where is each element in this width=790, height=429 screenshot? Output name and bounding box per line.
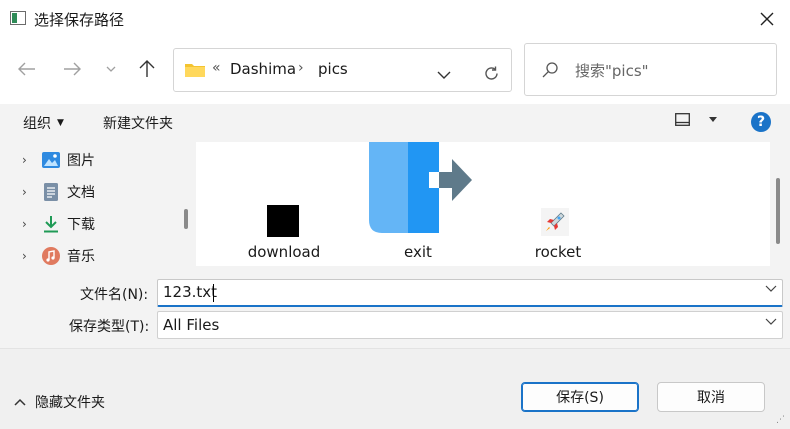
new-folder-button[interactable]: 新建文件夹 bbox=[103, 113, 173, 133]
file-list-scrollbar[interactable] bbox=[776, 178, 780, 244]
filename-value: 123.txt bbox=[163, 283, 218, 301]
file-list: download exit rocket bbox=[196, 142, 770, 266]
cancel-button[interactable]: 取消 bbox=[657, 382, 765, 412]
chevron-right-icon[interactable]: › bbox=[22, 185, 34, 199]
text-cursor bbox=[213, 284, 214, 302]
file-type-label: 保存类型(T): bbox=[69, 319, 150, 335]
caret-down-icon: ▼ bbox=[57, 118, 64, 128]
dialog-footer: 隐藏文件夹 保存(S) 取消 ⋰ bbox=[0, 348, 790, 429]
hide-folders-button[interactable]: 隐藏文件夹 bbox=[14, 392, 105, 412]
file-item-download[interactable]: download bbox=[226, 142, 346, 266]
folder-icon bbox=[185, 64, 205, 77]
organize-button[interactable]: 组织 ▼ bbox=[23, 113, 64, 133]
recent-locations-button[interactable] bbox=[97, 55, 125, 83]
breadcrumb-separator[interactable]: › bbox=[298, 60, 304, 76]
nav-item-label: 文档 bbox=[67, 185, 95, 201]
arrow-left-icon bbox=[18, 62, 35, 76]
documents-icon bbox=[42, 183, 60, 201]
breadcrumb-pics[interactable]: pics bbox=[318, 60, 348, 78]
window-title: 选择保存路径 bbox=[34, 11, 125, 29]
search-input[interactable]: 搜索"pics" bbox=[575, 60, 649, 81]
chevron-down-icon bbox=[437, 71, 451, 79]
address-history-button[interactable] bbox=[430, 61, 458, 89]
search-icon bbox=[542, 62, 558, 78]
file-type-value: All Files bbox=[163, 316, 220, 334]
organize-label: 组织 bbox=[23, 116, 51, 132]
nav-item-downloads[interactable]: › 下载 bbox=[22, 213, 182, 235]
back-button[interactable] bbox=[13, 55, 41, 83]
black-square-thumbnail bbox=[267, 205, 299, 237]
breadcrumb-dashima[interactable]: Dashima bbox=[230, 60, 296, 78]
filename-label: 文件名(N): bbox=[80, 287, 149, 303]
forward-button[interactable] bbox=[58, 55, 86, 83]
refresh-button[interactable] bbox=[477, 59, 505, 87]
title-bar: 选择保存路径 bbox=[0, 0, 790, 38]
chevron-down-icon[interactable] bbox=[765, 285, 777, 293]
arrow-right-icon bbox=[64, 62, 81, 76]
close-button[interactable] bbox=[744, 0, 790, 38]
file-type-select[interactable]: All Files bbox=[157, 311, 783, 339]
command-toolbar: 组织 ▼ 新建文件夹 ? bbox=[0, 104, 790, 142]
navigation-bar: « Dashima › pics 搜索"pics" bbox=[0, 38, 790, 104]
chevron-up-icon bbox=[14, 398, 26, 406]
chevron-right-icon[interactable]: › bbox=[22, 249, 34, 263]
save-button[interactable]: 保存(S) bbox=[521, 382, 639, 412]
arrow-up-icon bbox=[139, 60, 155, 77]
downloads-icon bbox=[42, 215, 60, 233]
nav-item-pictures[interactable]: › 图片 bbox=[22, 149, 182, 171]
address-bar[interactable]: « Dashima › pics bbox=[173, 48, 512, 92]
chevron-down-icon bbox=[106, 66, 116, 72]
refresh-icon bbox=[484, 66, 498, 80]
chevron-right-icon[interactable]: › bbox=[22, 153, 34, 167]
hide-folders-label: 隐藏文件夹 bbox=[35, 395, 105, 411]
nav-item-label: 音乐 bbox=[67, 249, 95, 265]
file-item-rocket[interactable]: rocket bbox=[496, 142, 622, 266]
help-button[interactable]: ? bbox=[751, 112, 771, 132]
nav-item-music[interactable]: › 音乐 bbox=[22, 245, 182, 267]
save-form: 文件名(N): 123.txt 保存类型(T): All Files bbox=[0, 266, 790, 348]
file-name: download bbox=[247, 243, 321, 261]
exit-arrow-thumbnail bbox=[364, 142, 472, 233]
file-name: rocket bbox=[534, 243, 582, 261]
resize-grip-icon[interactable]: ⋰ bbox=[776, 415, 785, 425]
nav-item-documents[interactable]: › 文档 bbox=[22, 181, 182, 203]
file-name: exit bbox=[404, 243, 432, 261]
view-icon bbox=[675, 113, 690, 126]
filename-input[interactable]: 123.txt bbox=[157, 279, 783, 307]
search-box[interactable]: 搜索"pics" bbox=[524, 43, 777, 96]
chevron-right-icon[interactable]: › bbox=[22, 217, 34, 231]
nav-scrollbar[interactable] bbox=[184, 209, 188, 229]
file-item-exit[interactable]: exit bbox=[359, 142, 485, 266]
nav-item-label: 图片 bbox=[67, 153, 95, 169]
app-icon bbox=[10, 11, 26, 25]
breadcrumb-overflow[interactable]: « bbox=[212, 60, 221, 76]
music-icon bbox=[42, 247, 60, 265]
pictures-icon bbox=[42, 151, 60, 169]
navigation-pane: › 图片 › 文档 › 下载 › 音乐 bbox=[0, 142, 196, 266]
chevron-down-icon[interactable] bbox=[765, 318, 777, 326]
rocket-icon bbox=[541, 208, 569, 236]
up-button[interactable] bbox=[133, 55, 161, 83]
close-icon bbox=[760, 12, 774, 26]
caret-down-icon bbox=[709, 117, 717, 122]
view-options-button[interactable] bbox=[675, 113, 717, 126]
nav-item-label: 下载 bbox=[67, 217, 95, 233]
